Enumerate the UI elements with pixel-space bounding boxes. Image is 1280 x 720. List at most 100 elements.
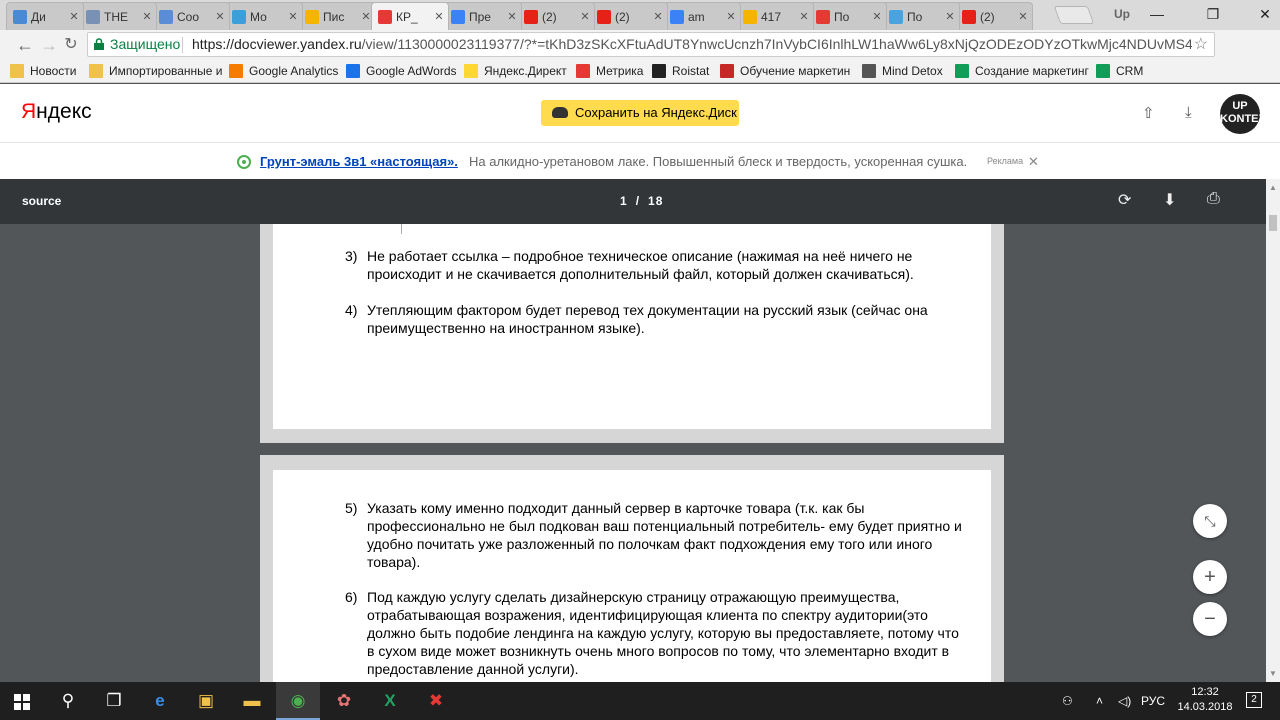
bookmark-icon (346, 64, 360, 78)
zoom-in-button[interactable]: + (1193, 560, 1227, 594)
browser-tab[interactable]: Пис ✕ (298, 2, 376, 30)
ad-close-icon[interactable]: ✕ (1028, 143, 1039, 180)
bookmark-item[interactable]: Новости (10, 63, 76, 79)
back-icon[interactable]: ← (14, 34, 36, 56)
print-icon[interactable]: ⎙ (1207, 190, 1220, 208)
browser-tab[interactable]: (2) ✕ (955, 2, 1033, 30)
volume-icon[interactable]: ◁) (1118, 694, 1131, 708)
download-header-icon[interactable]: ⤓ (1185, 104, 1192, 121)
tab-close-icon[interactable]: ✕ (69, 10, 79, 23)
tab-label: Мо (250, 9, 267, 24)
task-view-icon[interactable]: ❐ (92, 682, 136, 720)
tab-close-icon[interactable]: ✕ (872, 10, 882, 23)
fit-page-icon[interactable]: ⤡ (1193, 504, 1227, 538)
bookmark-item[interactable]: Яндекс.Директ (464, 63, 567, 79)
tab-close-icon[interactable]: ✕ (288, 10, 298, 23)
new-tab-button[interactable] (1053, 6, 1095, 24)
ad-link[interactable]: Грунт-эмаль 3в1 «настоящая». (260, 143, 458, 180)
tab-close-icon[interactable]: ✕ (653, 10, 663, 23)
download-icon[interactable]: ⬇ (1163, 190, 1176, 210)
scroll-down-icon[interactable]: ▼ (1269, 669, 1277, 678)
bookmark-icon (652, 64, 666, 78)
list-item-number: 6) (345, 589, 358, 605)
excel-icon[interactable]: X (368, 682, 412, 720)
scrollbar-thumb[interactable] (1269, 215, 1277, 231)
tab-close-icon[interactable]: ✕ (945, 10, 955, 23)
viewer-scrollbar[interactable]: ▲ ▼ (1266, 179, 1280, 682)
bookmark-item[interactable]: Google AdWords (346, 63, 457, 79)
tab-close-icon[interactable]: ✕ (799, 10, 809, 23)
edge-icon[interactable]: e (138, 682, 182, 720)
people-icon[interactable]: ⚇ (1062, 694, 1073, 708)
tab-label: КР_ (396, 9, 418, 24)
browser-tab[interactable]: Мо ✕ (225, 2, 303, 30)
bookmark-item[interactable]: Обучение маркетин (720, 63, 850, 79)
explorer-icon[interactable]: ▬ (230, 682, 274, 720)
start-button[interactable] (0, 682, 44, 720)
tab-favicon-icon (962, 9, 976, 24)
search-icon[interactable]: ⚲ (46, 682, 90, 720)
bookmark-icon (720, 64, 734, 78)
bookmark-item[interactable]: CRM (1096, 63, 1143, 79)
chrome-icon[interactable]: ◉ (276, 682, 320, 720)
tab-favicon-icon (889, 9, 903, 24)
tray-chevron-icon[interactable]: ˄ (1096, 694, 1103, 708)
tab-close-icon[interactable]: ✕ (726, 10, 736, 23)
bookmark-item[interactable]: Импортированные и (89, 63, 223, 79)
tab-close-icon[interactable]: ✕ (580, 10, 590, 23)
browser-tab[interactable]: am ✕ (663, 2, 741, 30)
browser-tab[interactable]: Ди ✕ (6, 2, 84, 30)
bookmark-icon (1096, 64, 1110, 78)
tab-label: Пре (469, 9, 491, 24)
address-bar[interactable]: Защищено https://docviewer.yandex.ru/vie… (87, 32, 1215, 57)
language-indicator[interactable]: РУС (1141, 694, 1165, 708)
tab-close-icon[interactable]: ✕ (142, 10, 152, 23)
tab-close-icon[interactable]: ✕ (434, 10, 444, 23)
tab-close-icon[interactable]: ✕ (361, 10, 371, 23)
browser-tab[interactable]: (2) ✕ (590, 2, 668, 30)
browser-tab[interactable]: 417 ✕ (736, 2, 814, 30)
browser-tab[interactable]: THE ✕ (79, 2, 157, 30)
scroll-up-icon[interactable]: ▲ (1269, 183, 1277, 192)
bookmark-item[interactable]: Roistat (652, 63, 709, 79)
yandex-logo[interactable]: Яндекс (21, 100, 92, 124)
bookmark-item[interactable]: Метрика (576, 63, 643, 79)
clock[interactable]: 12:32 14.03.2018 (1175, 685, 1235, 715)
zoom-out-button[interactable]: − (1193, 602, 1227, 636)
browser-tab[interactable]: Пре ✕ (444, 2, 522, 30)
bookmark-star-icon[interactable]: ☆ (1194, 33, 1208, 56)
browser-tab[interactable]: (2) ✕ (517, 2, 595, 30)
bookmark-item[interactable]: Mind Detox (862, 63, 943, 79)
tab-favicon-icon (305, 9, 319, 24)
tab-close-icon[interactable]: ✕ (215, 10, 225, 23)
bookmark-item[interactable]: Создание маркетинг (955, 63, 1089, 79)
yandex-header: Яндекс Сохранить на Яндекс.Диск ⇧ ⤓ UP K… (0, 84, 1280, 142)
rotate-icon[interactable]: ⟳ (1118, 190, 1131, 210)
close-window-button[interactable]: ✕ (1252, 3, 1278, 25)
bookmark-item[interactable]: Google Analytics (229, 63, 338, 79)
app-red-icon[interactable]: ✖ (414, 682, 458, 720)
user-avatar[interactable]: UP KONTEXT (1220, 94, 1273, 134)
tab-label: 417 (761, 9, 782, 24)
logo-first-letter: Я (21, 100, 37, 123)
tab-close-icon[interactable]: ✕ (1018, 10, 1028, 23)
profile-button[interactable]: Up (1114, 7, 1130, 21)
tab-label: Ди (31, 9, 46, 24)
tab-close-icon[interactable]: ✕ (507, 10, 517, 23)
browser-tab[interactable]: Coo ✕ (152, 2, 230, 30)
maximize-button[interactable]: ❐ (1200, 3, 1226, 25)
save-to-disk-button[interactable]: Сохранить на Яндекс.Диск (541, 100, 739, 126)
minimize-button[interactable]: — (1144, 3, 1170, 25)
store-icon[interactable]: ▣ (184, 682, 228, 720)
notification-center-icon[interactable]: 2 (1246, 692, 1262, 708)
app-icon[interactable]: ✿ (322, 682, 366, 720)
tab-label: Пис (323, 9, 345, 24)
forward-icon[interactable]: → (38, 34, 60, 56)
browser-tab[interactable]: КР_ ✕ (371, 2, 449, 30)
browser-tab[interactable]: По ✕ (882, 2, 960, 30)
share-icon[interactable]: ⇧ (1142, 104, 1155, 122)
browser-tab[interactable]: По ✕ (809, 2, 887, 30)
reload-icon[interactable]: ↻ (60, 34, 82, 56)
list-item-text: Под каждую услугу сделать дизайнерскую с… (367, 589, 959, 677)
bookmark-label: Яндекс.Директ (484, 64, 567, 78)
